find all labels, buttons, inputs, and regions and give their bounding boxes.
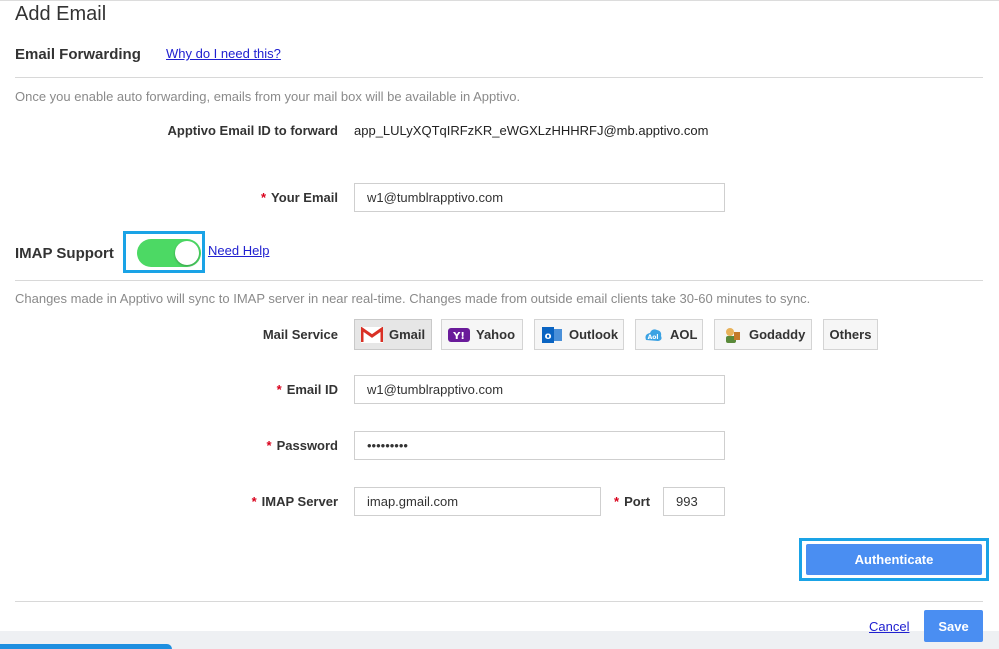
toggle-knob: [175, 241, 199, 265]
email-id-input[interactable]: w1@tumblrapptivo.com: [354, 375, 725, 404]
email-id-label-text: Email ID: [286, 382, 338, 397]
authenticate-button[interactable]: Authenticate: [806, 544, 982, 575]
service-others-button[interactable]: Others: [823, 319, 878, 350]
forward-email-value: app_LULyXQTqIRFzKR_eWGXLzHHHRFJ@mb.appti…: [354, 123, 709, 138]
email-forwarding-heading: Email Forwarding: [15, 46, 141, 63]
service-label: Gmail: [389, 327, 426, 342]
forward-email-label: Apptivo Email ID to forward: [167, 123, 338, 138]
imap-server-label-text: IMAP Server: [261, 494, 338, 509]
gmail-icon: [361, 326, 383, 344]
port-label: * Port: [614, 494, 650, 509]
required-marker: *: [260, 190, 267, 205]
service-label: Outlook: [569, 327, 619, 342]
save-button[interactable]: Save: [924, 610, 983, 642]
footer-divider: [15, 601, 983, 602]
port-label-text: Port: [624, 494, 651, 509]
service-label: Yahoo: [476, 327, 516, 342]
required-marker: *: [614, 494, 620, 509]
service-outlook-button[interactable]: o Outlook: [534, 319, 624, 350]
imap-server-label: * IMAP Server: [98, 494, 338, 509]
svg-text:o: o: [545, 331, 552, 342]
service-yahoo-button[interactable]: Y! Yahoo: [441, 319, 523, 350]
why-do-i-need-this-link[interactable]: Why do I need this?: [166, 46, 281, 61]
imap-server-input[interactable]: imap.gmail.com: [354, 487, 601, 516]
password-label: * Password: [98, 438, 338, 453]
required-marker: *: [266, 438, 272, 453]
forwarding-divider: [15, 77, 983, 78]
cancel-link[interactable]: Cancel: [869, 619, 909, 634]
mail-service-label: Mail Service: [262, 327, 338, 342]
svg-text:Aol: Aol: [648, 334, 659, 341]
imap-toggle[interactable]: [137, 239, 201, 267]
service-label: AOL: [670, 327, 698, 342]
your-email-input[interactable]: w1@tumblrapptivo.com: [354, 183, 725, 212]
outlook-icon: o: [541, 326, 563, 344]
password-label-text: Password: [276, 438, 338, 453]
required-marker: *: [251, 494, 257, 509]
forwarding-description: Once you enable auto forwarding, emails …: [15, 89, 521, 104]
service-aol-button[interactable]: Aol AOL: [635, 319, 703, 350]
top-border: [0, 0, 999, 4]
need-help-link[interactable]: Need Help: [208, 243, 269, 258]
your-email-label: * Your Email: [98, 190, 338, 205]
service-label: Others: [829, 327, 872, 342]
imap-divider: [15, 280, 983, 281]
port-input[interactable]: 993: [663, 487, 725, 516]
imap-support-heading: IMAP Support: [15, 245, 114, 262]
authenticate-highlight: Authenticate: [799, 538, 989, 581]
service-label: Godaddy: [749, 327, 806, 342]
required-marker: *: [276, 382, 282, 397]
service-gmail-button[interactable]: Gmail: [354, 319, 432, 350]
godaddy-icon: [721, 326, 743, 344]
your-email-label-text: Your Email: [271, 190, 338, 205]
email-id-label: * Email ID: [98, 382, 338, 397]
imap-toggle-highlight: [123, 231, 205, 273]
loading-progress-bar: [0, 644, 172, 649]
service-godaddy-button[interactable]: Godaddy: [714, 319, 812, 350]
yahoo-icon: Y!: [448, 326, 470, 344]
aol-icon: Aol: [642, 326, 664, 344]
page-title: Add Email: [15, 3, 107, 25]
password-input[interactable]: •••••••••: [354, 431, 725, 460]
imap-description: Changes made in Apptivo will sync to IMA…: [15, 291, 811, 306]
svg-text:Y!: Y!: [452, 331, 465, 342]
